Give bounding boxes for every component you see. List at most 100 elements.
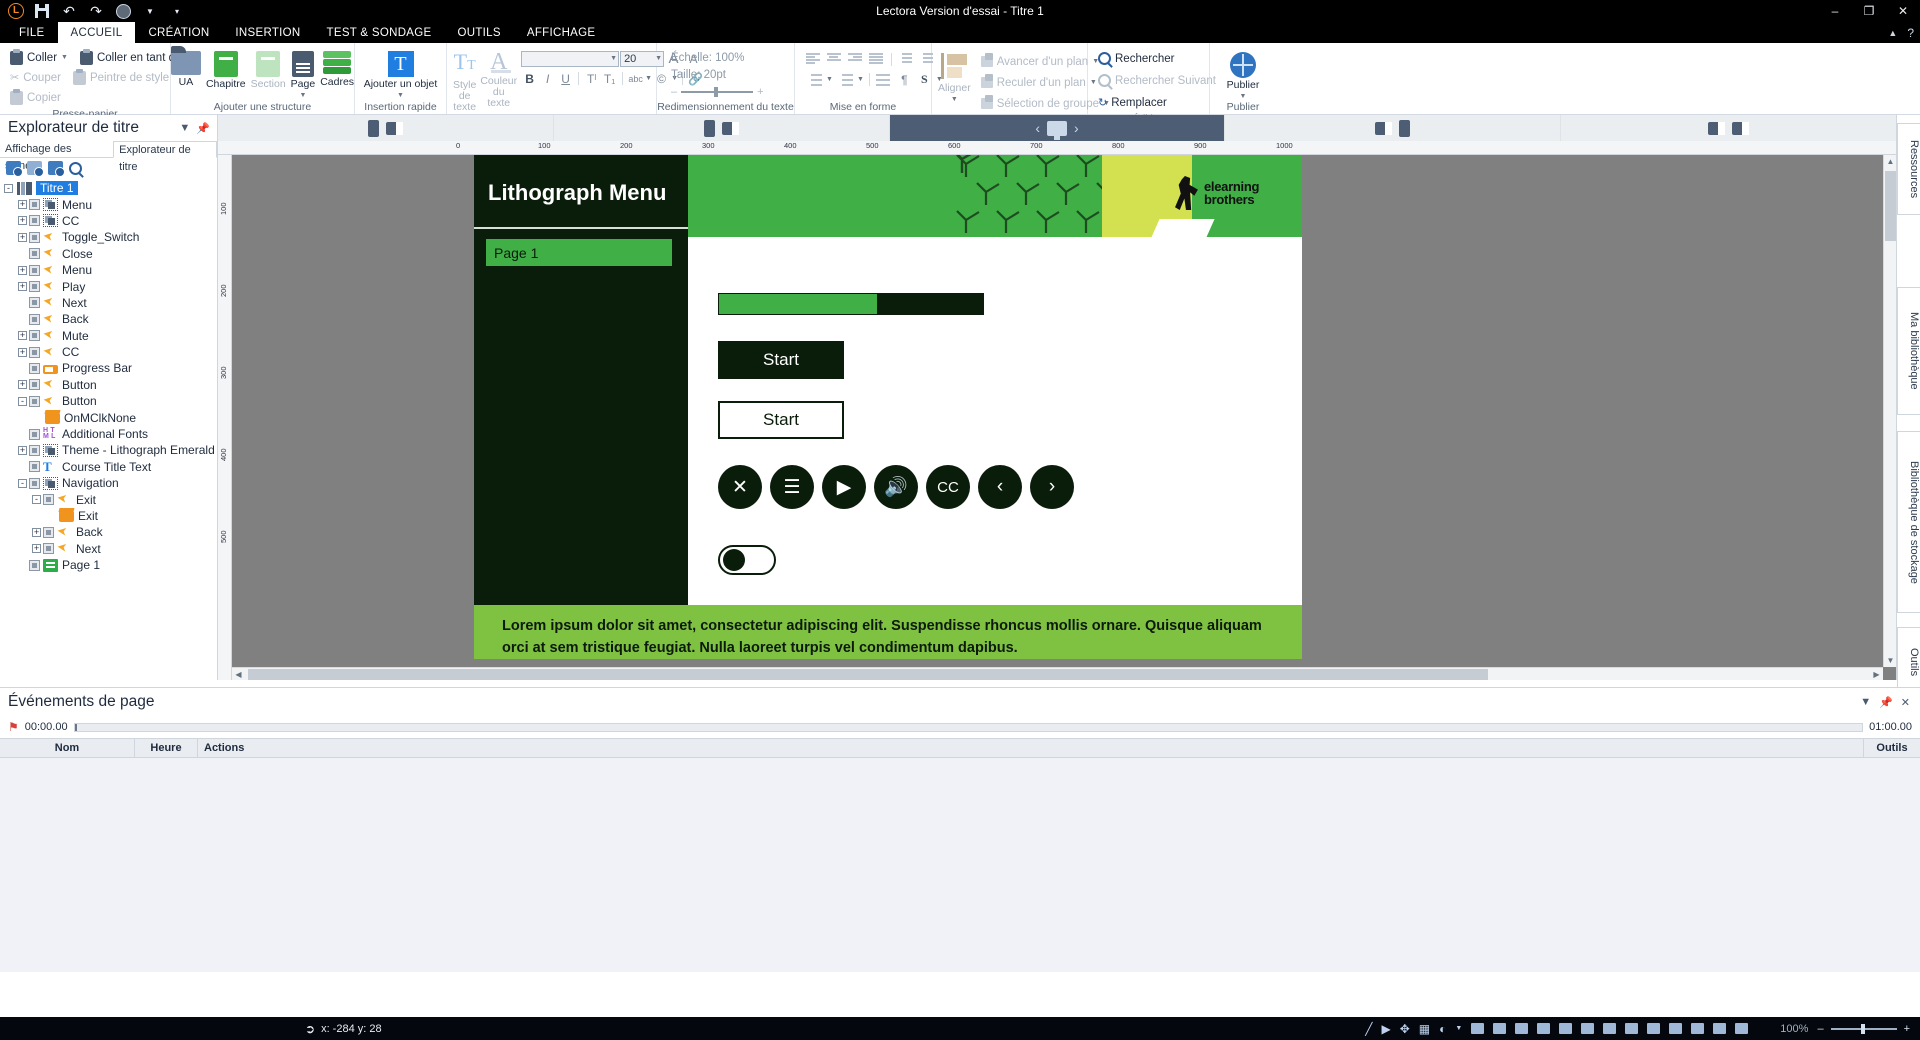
title-explorer-tree[interactable]: -Titre 1+Menu+CC+Toggle_SwitchClose+Menu… xyxy=(0,178,217,573)
tree-item-menu-5[interactable]: +Menu xyxy=(4,262,217,278)
increase-icon[interactable]: + xyxy=(757,86,763,98)
tree-item-button-12[interactable]: +Button xyxy=(4,377,217,393)
tab-title-explorer[interactable]: Explorateur de titre xyxy=(113,141,217,158)
align-top-icon[interactable] xyxy=(1537,1023,1550,1034)
device-view-tablet[interactable] xyxy=(218,115,554,141)
tree-visibility-checkbox[interactable] xyxy=(29,445,40,456)
bold-button[interactable]: B xyxy=(521,70,538,87)
contrast-icon[interactable]: ◐ xyxy=(1439,1022,1446,1036)
tree-visibility-checkbox[interactable] xyxy=(29,215,40,226)
font-family-select[interactable] xyxy=(521,51,619,67)
tree-item-close-4[interactable]: Close xyxy=(4,246,217,262)
tree-visibility-checkbox[interactable] xyxy=(29,232,40,243)
tree-item-play-6[interactable]: +Play xyxy=(4,278,217,294)
status-tools[interactable]: ╱ ▶ ✥ ▦ ◐ ▼ 100% – + xyxy=(1365,1022,1920,1036)
tree-item-navigation-18[interactable]: -Navigation xyxy=(4,475,217,491)
tree-item-additional-fonts-15[interactable]: H TM LAdditional Fonts xyxy=(4,426,217,442)
same-height-icon[interactable] xyxy=(1691,1023,1704,1034)
highlight-button[interactable]: abc xyxy=(627,70,644,87)
scroll-right-icon[interactable]: ▶ xyxy=(1870,668,1883,680)
tree-expander[interactable]: + xyxy=(18,200,27,209)
add-frames-button[interactable]: Cadres xyxy=(320,49,354,88)
sidebar-menu-item-page1[interactable]: Page 1 xyxy=(486,239,672,266)
tree-item-cc-2[interactable]: +CC xyxy=(4,213,217,229)
maximize-button[interactable]: ❐ xyxy=(1852,0,1886,22)
tree-expander[interactable]: + xyxy=(18,282,27,291)
page-canvas[interactable]: Lithograph Menu Page 1 xyxy=(232,155,1896,680)
tree-visibility-checkbox[interactable] xyxy=(43,543,54,554)
tree-item-page-1-23[interactable]: Page 1 xyxy=(4,557,217,573)
tree-visibility-checkbox[interactable] xyxy=(29,396,40,407)
tree-item-progress-bar-11[interactable]: Progress Bar xyxy=(4,360,217,376)
quick-access-toolbar[interactable]: L ↶ ↷ ▼ ▾ xyxy=(0,3,186,19)
add-group-icon[interactable] xyxy=(27,161,42,175)
canvas-vertical-scrollbar[interactable]: ▲ ▼ xyxy=(1883,155,1896,667)
scroll-left-icon[interactable]: ◀ xyxy=(232,668,245,680)
tree-item-toggle-switch-3[interactable]: +Toggle_Switch xyxy=(4,229,217,245)
grid-icon[interactable]: ▦ xyxy=(1419,1022,1430,1036)
format-painter-button[interactable]: Peintre de style xyxy=(69,68,173,87)
tree-visibility-checkbox[interactable] xyxy=(29,281,40,292)
add-page-button[interactable]: Page ▼ xyxy=(291,49,316,99)
rail-tab-bibliotheque-stockage[interactable]: Bibliothèque de stockage xyxy=(1897,431,1920,613)
chevron-down-icon[interactable]: ▼ xyxy=(141,3,159,19)
tab-creation[interactable]: CRÉATION xyxy=(135,22,222,43)
page-design[interactable]: Lithograph Menu Page 1 xyxy=(474,155,1302,659)
device-next-icon[interactable]: › xyxy=(1074,120,1079,136)
add-object-button[interactable]: T Ajouter un objet ▼ xyxy=(361,49,440,99)
resize-icon[interactable]: ✥ xyxy=(1400,1022,1410,1036)
scroll-up-icon[interactable]: ▲ xyxy=(1884,155,1896,168)
chevron-down-icon[interactable]: ▼ xyxy=(61,54,68,61)
align-center-icon[interactable] xyxy=(826,52,844,66)
tree-expander[interactable]: - xyxy=(18,397,27,406)
collapse-ribbon-icon[interactable]: ▲ xyxy=(1888,28,1897,38)
scroll-down-icon[interactable]: ▼ xyxy=(1884,654,1896,667)
tree-expander[interactable]: - xyxy=(4,184,13,193)
tree-item-cc-10[interactable]: +CC xyxy=(4,344,217,360)
chevron-down-icon[interactable]: ▼ xyxy=(397,92,404,99)
tree-visibility-checkbox[interactable] xyxy=(29,379,40,390)
search-icon[interactable] xyxy=(69,162,82,175)
tree-visibility-checkbox[interactable] xyxy=(29,199,40,210)
tree-expander[interactable]: + xyxy=(32,544,41,553)
zoom-out-icon[interactable]: – xyxy=(1817,1023,1823,1035)
tree-visibility-checkbox[interactable] xyxy=(29,461,40,472)
same-size-icon[interactable] xyxy=(1713,1023,1726,1034)
numbered-list-icon[interactable] xyxy=(805,73,823,87)
player-controls[interactable]: ✕☰▶🔊CC‹› xyxy=(718,465,1074,509)
tree-visibility-checkbox[interactable] xyxy=(29,265,40,276)
volume-control[interactable]: 🔊 xyxy=(874,465,918,509)
publish-button[interactable]: Publier ▼ xyxy=(1220,50,1267,100)
tab-test-sondage[interactable]: TEST & SONDAGE xyxy=(314,22,445,43)
chevron-down-icon[interactable]: ▼ xyxy=(951,96,958,103)
decrease-icon[interactable]: – xyxy=(671,86,677,98)
tab-outils[interactable]: OUTILS xyxy=(445,22,514,43)
tree-visibility-checkbox[interactable] xyxy=(29,347,40,358)
tree-visibility-checkbox[interactable] xyxy=(43,527,54,538)
add-action-icon[interactable] xyxy=(48,161,63,175)
tree-item-titre-1-0[interactable]: -Titre 1 xyxy=(4,180,217,196)
justify-icon[interactable] xyxy=(868,52,886,66)
copy-button[interactable]: Copier xyxy=(6,88,65,107)
tree-visibility-checkbox[interactable] xyxy=(29,297,40,308)
window-controls[interactable]: – ❐ ✕ xyxy=(1818,0,1920,22)
tree-visibility-checkbox[interactable] xyxy=(43,494,54,505)
same-width-icon[interactable] xyxy=(1669,1023,1682,1034)
tree-item-exit-19[interactable]: -Exit xyxy=(4,491,217,507)
tree-visibility-checkbox[interactable] xyxy=(29,560,40,571)
chevron-down-icon[interactable]: ▼ xyxy=(610,55,617,62)
device-preview-bar[interactable]: ‹ › xyxy=(218,115,1896,141)
customize-qat-icon[interactable]: ▾ xyxy=(168,3,186,19)
menu-control[interactable]: ☰ xyxy=(770,465,814,509)
column-outils[interactable]: Outils xyxy=(1864,738,1920,758)
vertical-scroll-thumb[interactable] xyxy=(1885,171,1896,241)
ribbon-help-controls[interactable]: ▲ ? xyxy=(1888,22,1914,43)
ribbon-tabs[interactable]: FILE ACCUEIL CRÉATION INSERTION TEST & S… xyxy=(0,22,1920,43)
align-right-icon[interactable] xyxy=(1515,1023,1528,1034)
replace-button[interactable]: ↻ Remplacer xyxy=(1094,93,1171,112)
undo-icon[interactable]: ↶ xyxy=(60,3,78,19)
tree-visibility-checkbox[interactable] xyxy=(29,314,40,325)
tree-item-back-8[interactable]: Back xyxy=(4,311,217,327)
rail-tab-ressources[interactable]: Ressources xyxy=(1897,123,1920,215)
device-prev-icon[interactable]: ‹ xyxy=(1035,120,1040,136)
